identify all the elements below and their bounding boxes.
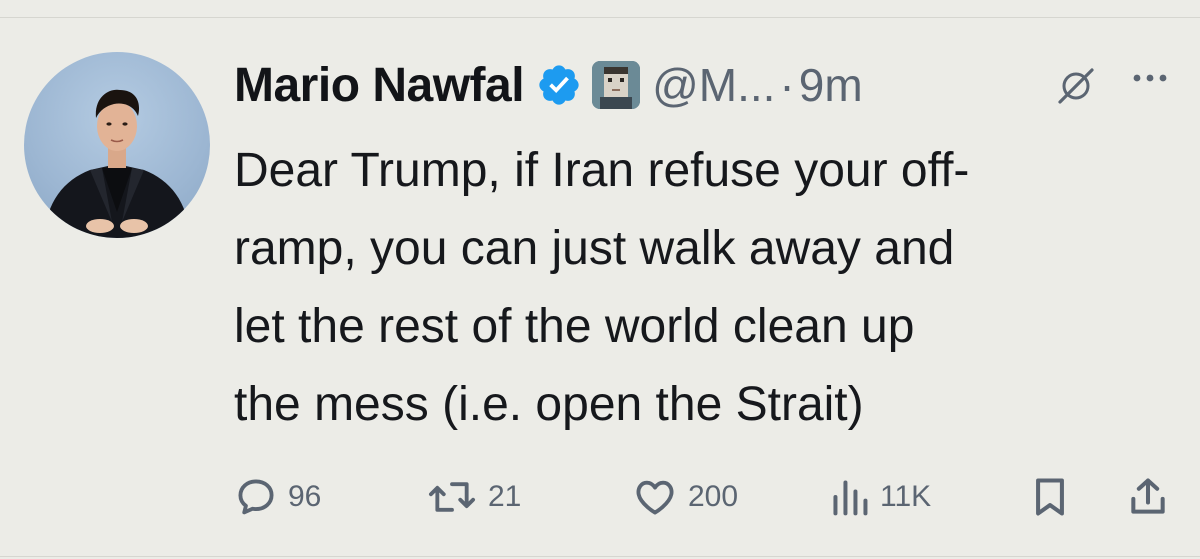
header-separator: · [779,59,795,111]
verified-badge-icon [536,62,582,108]
repost-button[interactable]: 21 [426,474,521,520]
tweet-text-line: Dear Trump, if Iran refuse your off- [234,144,970,197]
reply-button[interactable]: 96 [234,474,321,520]
affiliate-badge-icon[interactable] [592,61,641,109]
repost-arrows-icon [428,482,476,512]
top-divider [0,17,1200,18]
avatar-image [44,89,190,238]
bottom-divider [0,556,1200,557]
tweet-text-line: the mess (i.e. open the Strait) [234,378,864,431]
grok-icon[interactable] [1054,66,1098,106]
tweet-text-line: let the rest of the world clean up [234,300,915,353]
heart-icon [636,480,674,515]
bookmark-icon [1036,478,1064,516]
tweet-text-line: ramp, you can just walk away and [234,222,955,275]
reply-bubble-icon [238,479,274,515]
reply-count: 96 [288,480,322,513]
author-display-name[interactable]: Mario Nawfal [234,58,525,113]
view-count: 11K [880,480,932,513]
bookmark-button[interactable] [1030,474,1070,520]
action-bar: 96 21 200 11K [0,474,1200,520]
tweet-text: Dear Trump, if Iran refuse your off- ram… [234,132,1184,444]
like-button[interactable]: 200 [632,474,738,520]
share-upload-icon [1131,478,1165,514]
repost-count: 21 [488,480,522,513]
like-count: 200 [688,480,739,513]
tweet-header: Mario Nawfal @M... · 9m [234,52,863,118]
more-dots-icon[interactable] [1128,68,1172,88]
avatar[interactable] [24,52,210,238]
timestamp[interactable]: 9m [799,58,863,112]
author-handle[interactable]: @M... [652,58,775,112]
views-button[interactable]: 11K [830,474,931,520]
bar-chart-icon [833,480,868,516]
share-button[interactable] [1126,474,1170,520]
